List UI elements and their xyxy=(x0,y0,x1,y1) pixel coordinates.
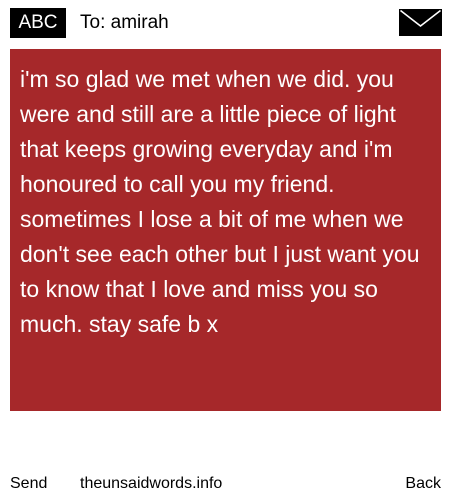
send-button[interactable]: Send xyxy=(10,470,47,498)
message-text: i'm so glad we met when we did. you were… xyxy=(20,66,420,337)
back-button[interactable]: Back xyxy=(405,470,441,498)
header-bar: ABC To: amirah xyxy=(0,0,450,46)
message-card: i'm so glad we met when we did. you were… xyxy=(10,49,441,411)
envelope-icon[interactable] xyxy=(399,9,442,36)
site-link[interactable]: theunsaidwords.info xyxy=(80,470,222,498)
app-badge: ABC xyxy=(10,8,66,38)
footer-bar: Send theunsaidwords.info Back xyxy=(0,470,450,498)
recipient-label: To: amirah xyxy=(80,12,169,33)
